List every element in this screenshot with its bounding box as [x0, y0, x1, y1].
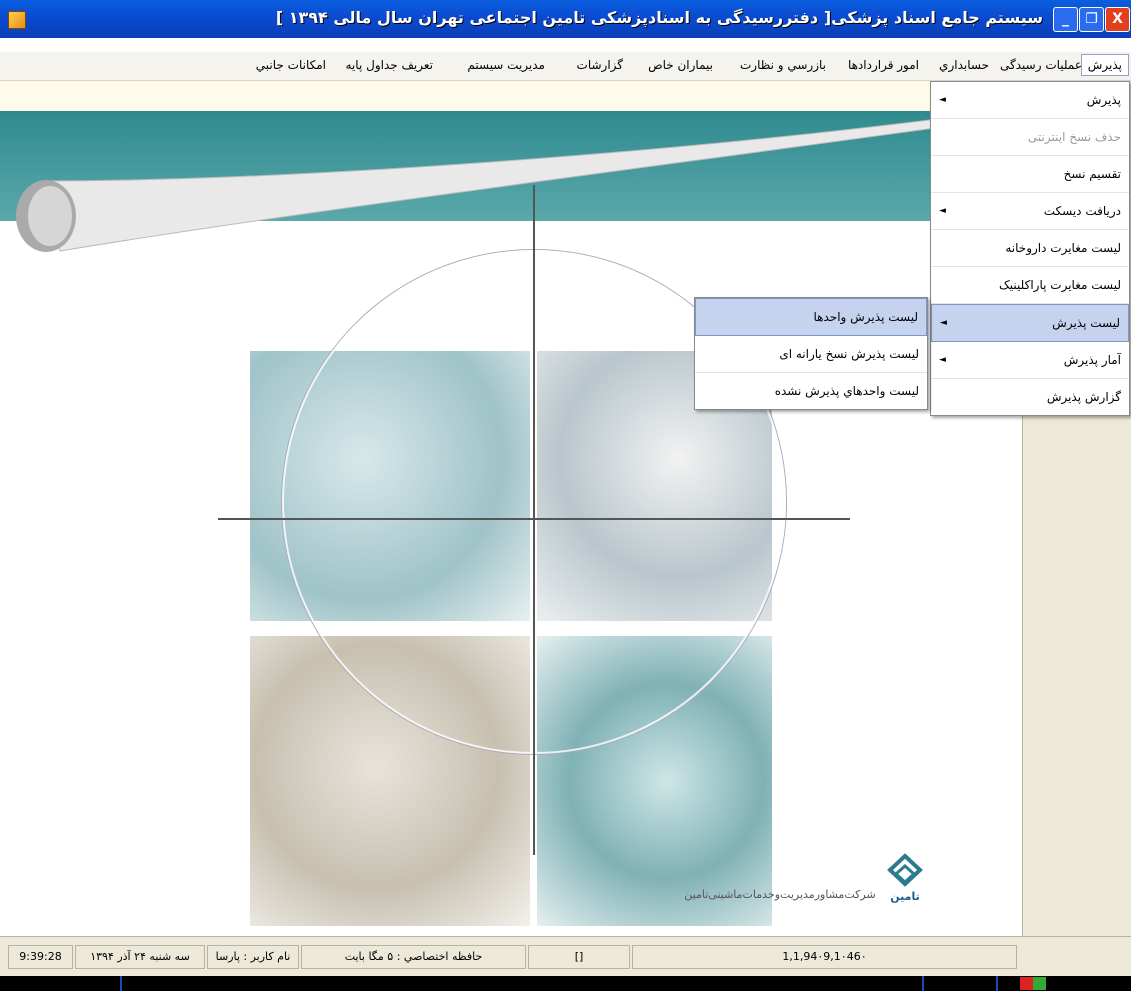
status-date: سه شنبه ۲۴ آذر ۱۳۹۴ [75, 945, 205, 969]
window-title: سیستم جامع اسناد پزشکی[ دفتررسیدگی به اس… [275, 8, 1043, 27]
admission-list-submenu: لیست پذیرش واحدها لیست پذیرش نسخ یارانه … [694, 297, 928, 410]
status-bar: 9:39:28 سه شنبه ۲۴ آذر ۱۳۹۴ نام کاربر : … [0, 936, 1131, 977]
tray-app-icon[interactable] [1020, 977, 1046, 990]
menu-system-management[interactable]: مديريت سيستم [467, 58, 545, 72]
crosshair-vertical [533, 185, 535, 855]
subsubmenu-item-unadmitted-units-list[interactable]: لیست واحدهاي پذيرش نشده [695, 373, 927, 409]
submenu-label: دریافت دیسکت [1043, 204, 1121, 218]
menu-side-tools[interactable]: امكانات جانبي [256, 58, 326, 72]
status-number: 1,1,94٠9,1٠46٠ [632, 945, 1017, 969]
submenu-item-split-prescriptions[interactable]: تقسیم نسخ [931, 156, 1129, 193]
submenu-label: تقسیم نسخ [1063, 167, 1121, 181]
taskbar-divider [120, 976, 122, 991]
submenu-item-admission-stats[interactable]: آمار پذیرش ◄ [931, 342, 1129, 379]
status-memory: حافظه اختصاصي : ۵ مگا بايت [301, 945, 526, 969]
submenu-label: پذیرش [1086, 93, 1121, 107]
subsubmenu-item-units-admission-list[interactable]: لیست پذیرش واحدها [695, 298, 927, 336]
submenu-item-paraclinic-discrepancy[interactable]: لیست مغایرت پاراکلینیک [931, 267, 1129, 304]
submenu-item-pharmacy-discrepancy[interactable]: لیست مغایرت داروخانه [931, 230, 1129, 267]
submenu-label: آمار پذیرش [1063, 353, 1121, 367]
info-banner [0, 81, 1024, 112]
submenu-arrow-icon: ◄ [939, 95, 946, 105]
restore-button[interactable]: ❐ [1079, 7, 1104, 32]
logo-text: تامین [890, 890, 919, 903]
submenu-arrow-icon: ◄ [940, 318, 947, 328]
menu-accounting[interactable]: حسابداري [939, 58, 989, 72]
status-indicator: [] [528, 945, 630, 969]
subsubmenu-item-subsidy-prescriptions-list[interactable]: لیست پذیرش نسخ یارانه ای [695, 336, 927, 373]
taskbar-divider [996, 976, 998, 991]
submenu-item-admission-report[interactable]: گزارش پذیرش [931, 379, 1129, 415]
admission-submenu: پذیرش ◄ حذف نسخ اینترنتی تقسیم نسخ دریافت… [930, 81, 1130, 416]
close-button[interactable]: X [1105, 7, 1130, 32]
submenu-arrow-icon: ◄ [939, 355, 946, 365]
submenu-label: لیست پذیرش [1052, 316, 1120, 330]
submenu-item-delete-internet-prescriptions[interactable]: حذف نسخ اینترنتی [931, 119, 1129, 156]
submenu-label: لیست مغایرت داروخانه [1005, 241, 1121, 255]
submenu-item-receive-diskette[interactable]: دریافت دیسکت ◄ [931, 193, 1129, 230]
minimize-button[interactable]: _ [1053, 7, 1078, 32]
company-name: شرکت‌مشاورمدیریت‌وخدمات‌ماشینی‌تامین [684, 888, 876, 901]
submenu-label: لیست مغایرت پاراکلینیک [999, 278, 1121, 292]
menu-contracts[interactable]: امور قراردادها [848, 58, 919, 72]
menu-reports[interactable]: گزارشات [577, 58, 623, 72]
submenu-arrow-icon: ◄ [939, 206, 946, 216]
background-artwork: تامین شرکت‌مشاورمدیریت‌وخدمات‌ماشینی‌تام… [0, 111, 1022, 936]
submenu-item-admission[interactable]: پذیرش ◄ [931, 82, 1129, 119]
status-user: نام کاربر : پارسا [207, 945, 299, 969]
menu-special-patients[interactable]: بیماران خاص [648, 58, 713, 72]
menu-inspection[interactable]: بازرسي و نظارت [740, 58, 826, 72]
taskbar [0, 976, 1131, 991]
submenu-item-admission-list[interactable]: لیست پذیرش ◄ [931, 304, 1129, 342]
title-bar: سیستم جامع اسناد پزشکی[ دفتررسیدگی به اس… [0, 0, 1131, 38]
status-time: 9:39:28 [8, 945, 73, 969]
taskbar-divider [922, 976, 924, 991]
tamin-logo: تامین [887, 853, 923, 903]
menu-admission[interactable]: پذیرش [1080, 54, 1129, 76]
menu-base-tables[interactable]: تعريف جداول پايه [346, 58, 433, 72]
submenu-label: گزارش پذیرش [1046, 390, 1121, 404]
app-icon[interactable] [8, 11, 26, 29]
menu-bar: پذیرش عملیات رسیدگی حسابداري امور قراردا… [0, 52, 1131, 81]
menu-review-operations[interactable]: عملیات رسیدگی [1000, 58, 1082, 72]
crosshair-horizontal [218, 518, 850, 520]
submenu-label: حذف نسخ اینترنتی [1027, 130, 1121, 144]
